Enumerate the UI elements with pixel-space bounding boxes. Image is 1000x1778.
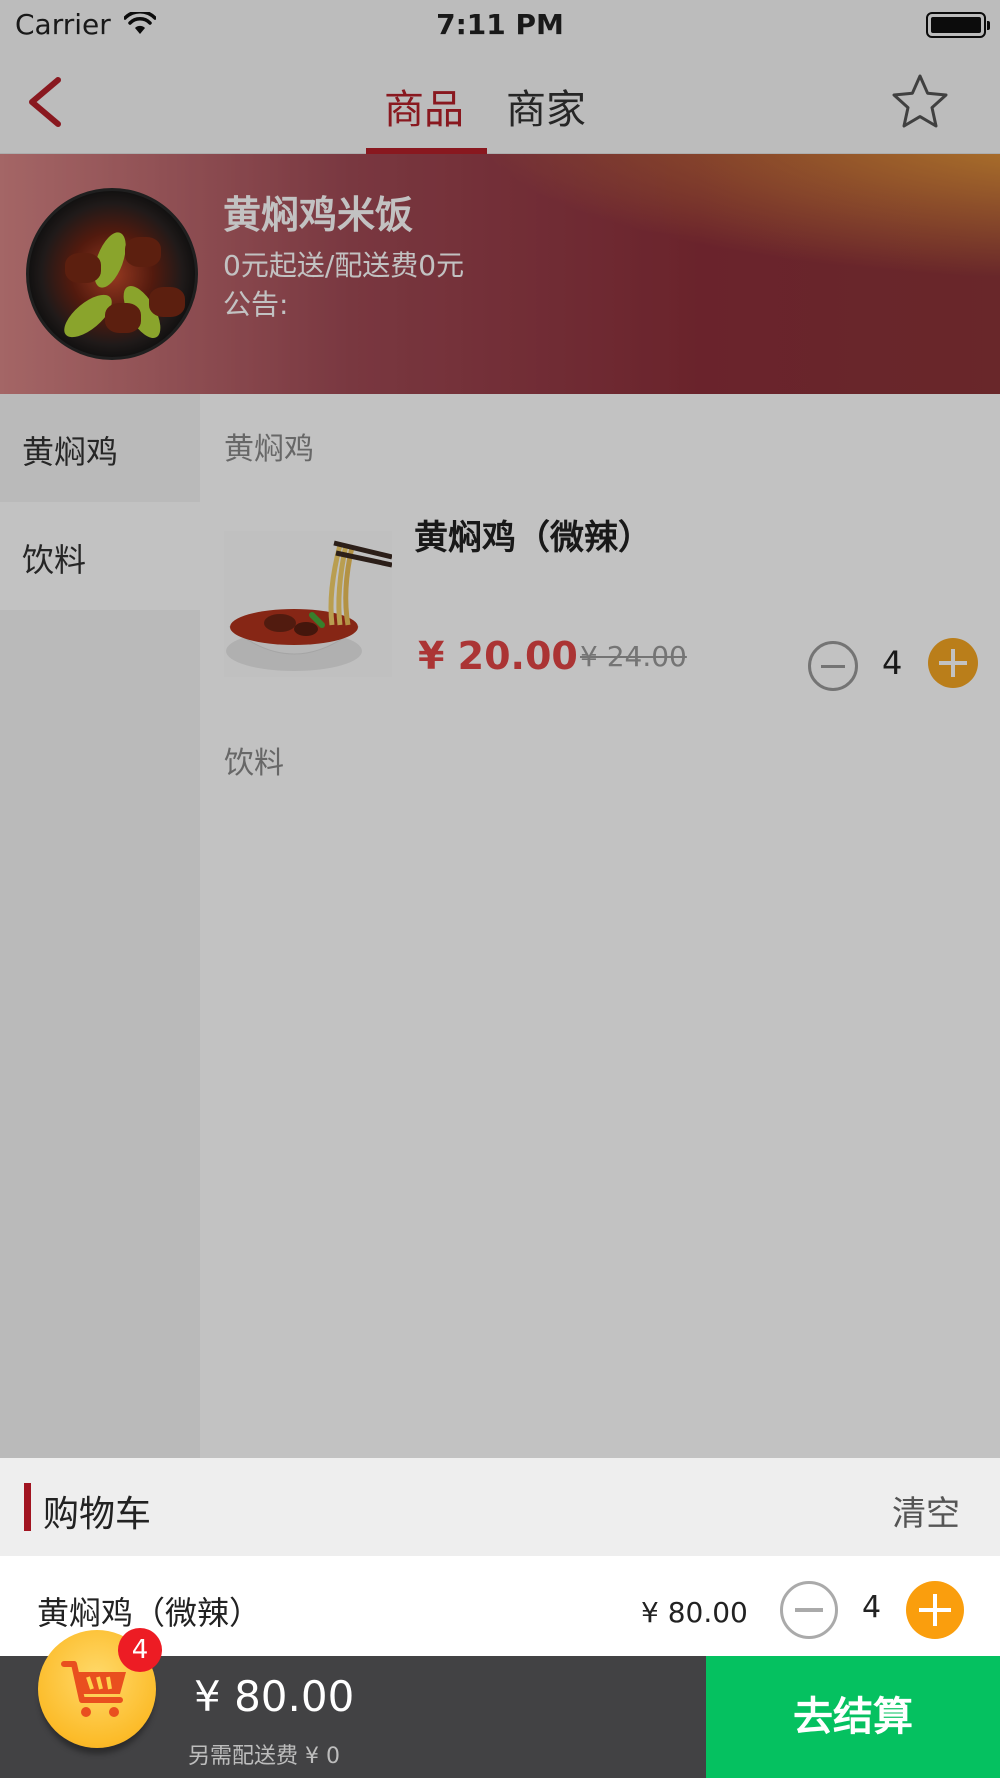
cart-item-price: ¥ 80.00 xyxy=(641,1596,748,1629)
clear-cart-button[interactable]: 清空 xyxy=(892,1486,960,1535)
cart-plus-button[interactable] xyxy=(906,1581,964,1639)
cart-header: 购物车 清空 xyxy=(0,1458,1000,1556)
cart-title: 购物车 xyxy=(43,1494,152,1535)
cart-item-name: 黄焖鸡（微辣） xyxy=(37,1594,262,1632)
cart-item-quantity: 4 xyxy=(862,1590,882,1625)
cart-total: ¥ 80.00 xyxy=(194,1672,355,1721)
cart-count-badge: 4 xyxy=(118,1628,162,1672)
checkout-button[interactable]: 去结算 xyxy=(706,1656,1000,1778)
cart-backdrop-overlay[interactable] xyxy=(0,0,1000,1458)
cart-minus-button[interactable] xyxy=(780,1581,838,1639)
cart-title-accent xyxy=(24,1483,31,1531)
delivery-fee-note: 另需配送费 ¥ 0 xyxy=(188,1744,340,1769)
